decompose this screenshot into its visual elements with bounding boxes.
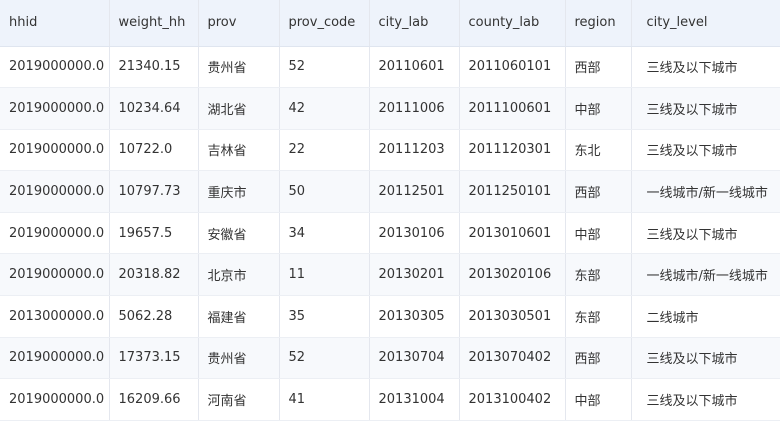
cell-weight-hh[interactable]: 5062.28 [109, 295, 199, 338]
cell-prov-code[interactable]: 50 [279, 170, 370, 213]
cell-prov-code[interactable]: 11 [279, 253, 370, 297]
cell-region[interactable]: 中部 [565, 87, 632, 130]
column-header-hhid[interactable]: hhid [0, 0, 110, 47]
cell-prov[interactable]: 福建省 [198, 295, 280, 338]
cell-weight-hh[interactable]: 21340.15 [109, 46, 199, 89]
cell-prov-code[interactable]: 41 [279, 378, 370, 421]
cell-hhid[interactable]: 2019000000.0 [0, 212, 110, 255]
cell-city-level[interactable]: 三线及以下城市 [631, 46, 780, 89]
table-row[interactable]: 2019000000.0 16209.66 河南省 41 20131004 2013100… [0, 378, 780, 421]
cell-county-lab[interactable]: 2013020106 [459, 253, 566, 297]
column-header-prov[interactable]: prov [198, 0, 280, 47]
cell-hhid[interactable]: 2019000000.0 [0, 129, 110, 172]
table-row[interactable]: 2019000000.0 10722.0 吉林省 22 20111203 20111203… [0, 129, 780, 172]
cell-county-lab[interactable]: 2011060101 [459, 46, 566, 89]
cell-county-lab[interactable]: 2011120301 [459, 129, 566, 172]
cell-city-level[interactable]: 三线及以下城市 [631, 87, 780, 130]
cell-prov-code[interactable]: 34 [279, 212, 370, 255]
cell-prov-code[interactable]: 42 [279, 87, 370, 130]
cell-city-lab[interactable]: 20130201 [369, 253, 460, 297]
cell-city-level[interactable]: 三线及以下城市 [631, 212, 780, 255]
cell-hhid[interactable]: 2019000000.0 [0, 46, 110, 89]
cell-county-lab[interactable]: 2013100402 [459, 378, 566, 421]
cell-city-lab[interactable]: 20111006 [369, 87, 460, 130]
column-header-region[interactable]: region [565, 0, 632, 47]
table-header: hhid weight_hh prov prov_code city_lab c… [0, 0, 780, 47]
cell-city-level[interactable]: 一线城市/新一线城市 [631, 170, 780, 213]
cell-city-level[interactable]: 三线及以下城市 [631, 129, 780, 172]
cell-city-lab[interactable]: 20110601 [369, 46, 460, 89]
cell-county-lab[interactable]: 2011100601 [459, 87, 566, 130]
cell-prov[interactable]: 北京市 [198, 253, 280, 297]
cell-weight-hh[interactable]: 10797.73 [109, 170, 199, 213]
table-row[interactable]: 2019000000.0 17373.15 贵州省 52 20130704 2013070… [0, 337, 780, 380]
cell-city-lab[interactable]: 20112501 [369, 170, 460, 213]
cell-hhid[interactable]: 2019000000.0 [0, 170, 110, 213]
cell-region[interactable]: 东部 [565, 253, 632, 297]
table-row[interactable]: 2019000000.0 20318.82 北京市 11 20130201 2013020… [0, 253, 780, 297]
cell-prov[interactable]: 贵州省 [198, 46, 280, 89]
cell-hhid[interactable]: 2013000000.0 [0, 295, 110, 338]
table-row[interactable]: 2019000000.0 21340.15 贵州省 52 20110601 2011060… [0, 46, 780, 89]
cell-weight-hh[interactable]: 10234.64 [109, 87, 199, 130]
cell-city-lab[interactable]: 20130305 [369, 295, 460, 338]
cell-weight-hh[interactable]: 16209.66 [109, 378, 199, 421]
data-grid: hhid weight_hh prov prov_code city_lab c… [0, 0, 780, 421]
column-header-city-level[interactable]: city_level [631, 0, 780, 47]
column-header-city-lab[interactable]: city_lab [369, 0, 460, 47]
cell-city-level[interactable]: 三线及以下城市 [631, 378, 780, 421]
table-row[interactable]: 2019000000.0 10234.64 湖北省 42 20111006 2011100… [0, 87, 780, 130]
data-table: hhid weight_hh prov prov_code city_lab c… [0, 0, 780, 421]
table-row[interactable]: 2013000000.0 5062.28 福建省 35 20130305 20130305… [0, 295, 780, 338]
cell-region[interactable]: 东北 [565, 129, 632, 172]
cell-prov[interactable]: 河南省 [198, 378, 280, 421]
cell-region[interactable]: 中部 [565, 378, 632, 421]
cell-region[interactable]: 东部 [565, 295, 632, 338]
column-header-prov-code[interactable]: prov_code [279, 0, 370, 47]
column-header-county-lab[interactable]: county_lab [459, 0, 566, 47]
cell-region[interactable]: 中部 [565, 212, 632, 255]
cell-city-lab[interactable]: 20131004 [369, 378, 460, 421]
cell-city-level[interactable]: 二线城市 [631, 295, 780, 338]
cell-city-lab[interactable]: 20130106 [369, 212, 460, 255]
cell-prov[interactable]: 安徽省 [198, 212, 280, 255]
cell-county-lab[interactable]: 2011250101 [459, 170, 566, 213]
cell-prov-code[interactable]: 52 [279, 46, 370, 89]
cell-city-level[interactable]: 三线及以下城市 [631, 337, 780, 380]
column-header-weight-hh[interactable]: weight_hh [109, 0, 199, 47]
cell-county-lab[interactable]: 2013070402 [459, 337, 566, 380]
cell-prov[interactable]: 贵州省 [198, 337, 280, 380]
cell-region[interactable]: 西部 [565, 46, 632, 89]
cell-prov-code[interactable]: 35 [279, 295, 370, 338]
cell-city-lab[interactable]: 20111203 [369, 129, 460, 172]
table-row[interactable]: 2019000000.0 19657.5 安徽省 34 20130106 20130106… [0, 212, 780, 255]
table-body: 2019000000.0 21340.15 贵州省 52 20110601 2011060… [0, 46, 780, 421]
cell-city-level[interactable]: 一线城市/新一线城市 [631, 253, 780, 297]
cell-prov-code[interactable]: 22 [279, 129, 370, 172]
cell-hhid[interactable]: 2019000000.0 [0, 337, 110, 380]
cell-region[interactable]: 西部 [565, 170, 632, 213]
cell-hhid[interactable]: 2019000000.0 [0, 253, 110, 297]
cell-county-lab[interactable]: 2013010601 [459, 212, 566, 255]
table-row[interactable]: 2019000000.0 10797.73 重庆市 50 20112501 2011250… [0, 170, 780, 213]
cell-weight-hh[interactable]: 10722.0 [109, 129, 199, 172]
cell-hhid[interactable]: 2019000000.0 [0, 87, 110, 130]
header-row: hhid weight_hh prov prov_code city_lab c… [0, 0, 780, 47]
cell-weight-hh[interactable]: 17373.15 [109, 337, 199, 380]
cell-prov[interactable]: 重庆市 [198, 170, 280, 213]
cell-prov[interactable]: 湖北省 [198, 87, 280, 130]
cell-prov-code[interactable]: 52 [279, 337, 370, 380]
cell-weight-hh[interactable]: 19657.5 [109, 212, 199, 255]
cell-county-lab[interactable]: 2013030501 [459, 295, 566, 338]
cell-weight-hh[interactable]: 20318.82 [109, 253, 199, 297]
cell-region[interactable]: 西部 [565, 337, 632, 380]
cell-city-lab[interactable]: 20130704 [369, 337, 460, 380]
cell-prov[interactable]: 吉林省 [198, 129, 280, 172]
cell-hhid[interactable]: 2019000000.0 [0, 378, 110, 421]
